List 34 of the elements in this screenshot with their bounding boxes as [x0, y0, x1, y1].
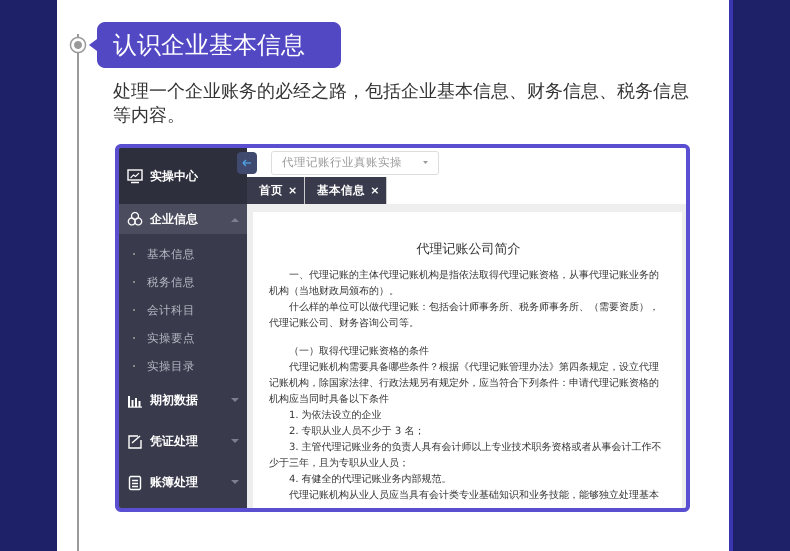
sidebar-subitem[interactable]: 税务信息 — [119, 268, 247, 296]
sidebar-menu-item[interactable]: 期初数据 — [119, 380, 247, 421]
tab[interactable]: 首页 × — [247, 177, 306, 204]
document-paragraph: 2. 专职从业人员不少于 3 名； — [288, 424, 426, 439]
document-title: 代理记账公司简介 — [416, 241, 522, 258]
close-icon[interactable]: × — [288, 184, 298, 197]
tab[interactable]: 基本信息 × — [305, 177, 388, 204]
document-paragraph: 4. 有健全的代理记账业务内部规范。 — [288, 472, 453, 487]
document-paragraph: 一、代理记账的主体代理记账机构是指依法取得代理记账资格，从事代理记账业务的机构（当地财政局颁布的）。 — [269, 268, 660, 299]
notebook-icon — [127, 474, 143, 490]
sidebar-menu-item[interactable]: 凭证处理 — [119, 421, 247, 462]
description-text: 处理一个企业账务的必经之路，包括企业基本信息、财务信息、税务信息等内容。 — [113, 80, 690, 128]
document-edit-icon — [127, 434, 143, 450]
sidebar-subitem[interactable]: 实操目录 — [119, 352, 247, 380]
chart-screen-icon — [127, 168, 143, 184]
document-paragraph: （一）取得代理记账资格的条件 — [288, 344, 430, 359]
document-paragraph: 什么样的单位可以做代理记账：包括会计师事务所、税务师事务所、（需要资质），代理记账公司、财务咨询公司等。 — [269, 300, 660, 331]
caret-icon — [423, 161, 428, 164]
circles-icon — [127, 211, 143, 227]
sidebar-menu-item[interactable]: 账簿处理 — [119, 462, 247, 503]
sidebar-subitem[interactable]: 会计科目 — [119, 296, 247, 324]
sidebar-subitem[interactable]: 基本信息 — [119, 240, 247, 268]
left-arrow-icon — [242, 158, 252, 166]
document-paragraph: 代理记账机构从业人员应当具有会计类专业基础知识和业务技能，能够独立处理基本 — [288, 488, 660, 503]
document-paragraph: 3. 主管代理记账业务的负责人具有会计师以上专业技术职务资格或者从事会计工作不少于三年，且为专职从业人员； — [269, 440, 663, 471]
sidebar-header[interactable]: 实操中心 — [119, 148, 247, 204]
sidebar-subitem[interactable]: 实操要点 — [119, 324, 247, 352]
section-heading: 认识企业基本信息 — [89, 22, 341, 68]
close-icon[interactable]: × — [370, 184, 380, 197]
sidebar-menu-item[interactable]: 企业信息 — [119, 204, 247, 234]
document-paragraph: 代理记账机构需要具备哪些条件？根据《代理记账管理办法》第四条规定，设立代理记账机构，除国家法律、行政法规另有规定外，应当符合下列条件：申请代理记账资格的机构应当同时具备以下条件 — [269, 360, 660, 407]
collapse-button[interactable] — [237, 152, 257, 174]
speech-bubble-tail-icon — [89, 39, 97, 51]
document-paragraph: 1. 为依法设立的企业 — [288, 408, 383, 423]
